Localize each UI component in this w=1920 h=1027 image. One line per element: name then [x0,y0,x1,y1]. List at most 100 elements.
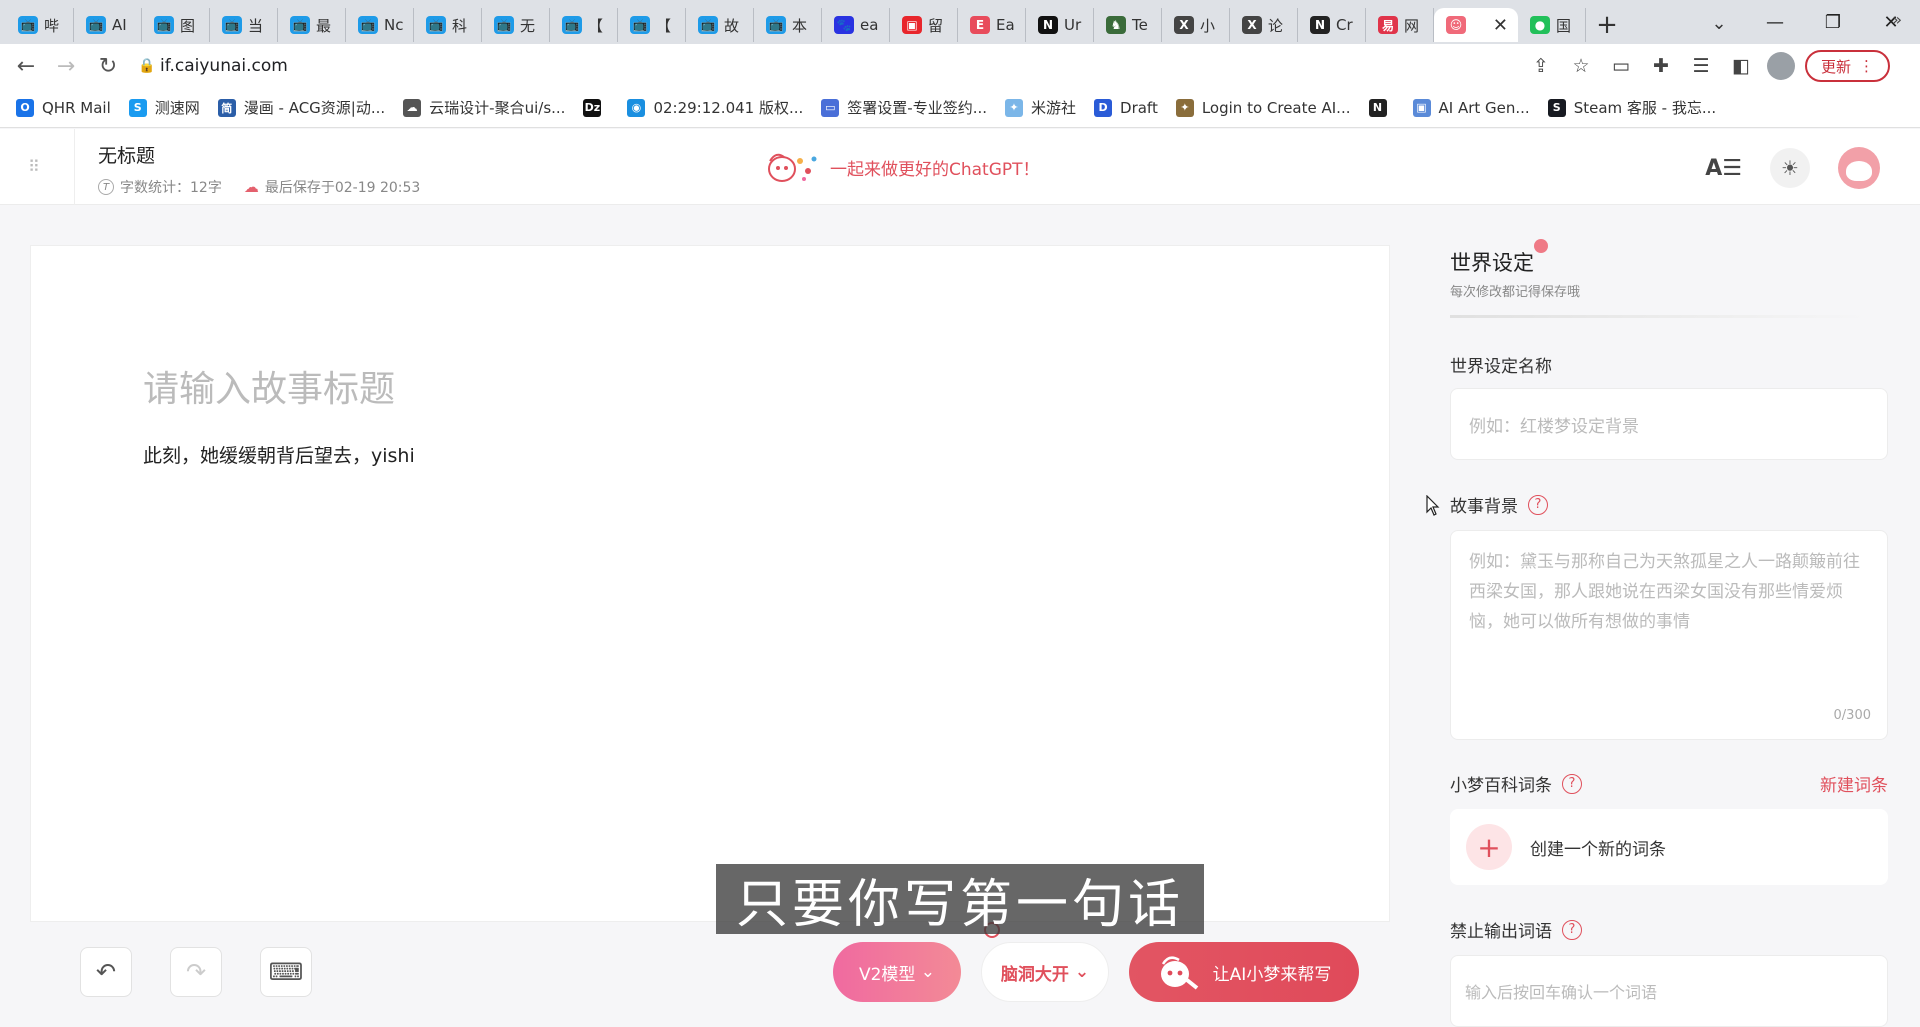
help-question-icon[interactable]: ? [1528,494,1548,515]
tab-close-icon[interactable]: ✕ [1493,15,1508,36]
extensions-puzzle-icon[interactable]: ✚ [1645,50,1677,82]
tab[interactable]: 📺 无 [482,8,550,42]
bookmark-item[interactable]: ▭ 签署设置-专业签约... [821,97,987,118]
bookmark-item[interactable]: S 测速网 [128,97,200,118]
banned-words-input[interactable]: 输入后按回车确认一个词语 [1450,955,1888,1027]
bookmark-item[interactable]: 简漫画 - ACG资源|动... [217,97,385,118]
cast-icon[interactable]: ▭ [1605,50,1637,82]
tab[interactable]: X小 [1162,8,1230,42]
tab[interactable]: 📺 【 [618,8,686,42]
tab[interactable]: 易网 [1366,8,1434,42]
tab[interactable]: 📺 【 [550,8,618,42]
bookmark-item[interactable]: ☁ 云瑞设计-聚合ui/s... [403,97,565,118]
user-avatar[interactable] [1838,147,1880,189]
tab[interactable]: 📺 Nc [346,8,414,42]
promo-banner[interactable]: 一起来做更好的ChatGPT！ [766,149,1040,185]
reading-list-icon[interactable]: ☰ [1685,50,1717,82]
tab[interactable]: 📺 AI [74,8,142,42]
tab[interactable]: 📺 图 [142,8,210,42]
mascot-icon [1160,956,1198,990]
tab[interactable]: 📺 本 [754,8,822,42]
word-count-text: 字数统计：12字 [120,180,222,196]
tab-favicon-icon: 📺 [18,16,38,34]
bookmark-item[interactable]: S Steam 客服 - 我忘... [1547,97,1716,118]
update-button[interactable]: 更新 ⋮ [1804,50,1890,82]
tab-favicon-icon: ● [1530,16,1550,34]
bookmark-item[interactable]: N [1368,98,1395,117]
tab-favicon-icon: X [1242,16,1262,34]
tab[interactable]: 📺 故 [686,8,754,42]
tab[interactable]: 🐾 ea [822,8,890,42]
profile-avatar-icon[interactable] [1765,50,1797,82]
ai-help-button[interactable]: 让AI小梦来帮写 [1129,942,1359,1002]
new-tab-plus-icon[interactable]: + [1586,8,1628,42]
bookmark-item[interactable]: ◉ 02:29:12.041 版权... [627,97,803,118]
tab-search-chevron-icon[interactable]: ⌄ [1702,6,1736,40]
header-actions: A☰ ☀ [1705,147,1880,189]
browser-tab-strip: 📺 哔 📺 AI 📺 图 📺 当 📺 最 📺 Nc 📺 科 📺 无 📺 【📺 【📺 故 📺 本 🐾 ea ▣ 留 E Ea N Ur ♞ Te… [0,0,1920,44]
document-title[interactable]: 无标题 [98,141,155,168]
tab[interactable]: N Ur [1026,8,1094,42]
bookmarks-overflow-icon[interactable]: » [1892,10,1902,29]
mode-select[interactable]: 脑洞大开 ⌄ [981,942,1109,1002]
forward-arrow-icon[interactable]: → [50,50,82,82]
bookmark-item[interactable]: ✦ Login to Create AI... [1175,98,1351,117]
restore-icon[interactable]: ❐ [1804,0,1862,44]
help-question-icon[interactable]: ? [1562,919,1582,940]
tab[interactable]: ● 国 [1518,8,1586,42]
tab[interactable]: 📺 科 [414,8,482,42]
bookmark-item[interactable]: D Draft [1094,98,1158,117]
story-title-input[interactable] [143,361,1243,417]
undo-icon[interactable]: ↶ [80,947,132,997]
bookmark-item[interactable]: ✦ 米游社 [1005,97,1076,118]
help-question-icon[interactable]: ? [1562,773,1582,794]
tab-favicon-icon: N [1310,16,1330,34]
model-select[interactable]: V2模型 ⌄ [833,942,961,1002]
apps-grid-icon[interactable]: ⠿ [28,157,48,177]
minimize-icon[interactable]: — [1746,0,1804,44]
setting-name-input[interactable]: 例如：红楼梦设定背景 [1450,388,1888,460]
tab-active[interactable]: ☺ ✕ [1434,8,1518,42]
last-saved-text: 最后保存于02-19 20:53 [264,180,421,196]
back-arrow-icon[interactable]: ← [10,50,42,82]
panel-title: 世界设定 [1450,251,1534,275]
bookmark-item[interactable]: O QHR Mail [16,98,111,117]
mouse-cursor-icon [1426,495,1440,516]
tab-favicon-icon: 📺 [154,16,174,34]
tab[interactable]: 📺 最 [278,8,346,42]
new-entry-link[interactable]: 新建词条 [1820,771,1888,796]
tab-label: 小 [1200,16,1216,35]
reload-icon[interactable]: ↻ [92,50,124,82]
banned-words-label-text: 禁止输出词语 [1450,922,1552,942]
tab[interactable]: 📺 哔 [6,8,74,42]
bookmark-favicon-icon: N [1368,98,1387,117]
tab[interactable]: E Ea [958,8,1026,42]
bookmark-star-icon[interactable]: ☆ [1565,50,1597,82]
story-editor: 此刻，她缓缓朝背后望去，yishi [30,245,1390,922]
toolbar-actions: ⇪ ☆ ▭ ✚ ☰ ◧ 更新 ⋮ [1525,50,1890,82]
story-background-textarea[interactable]: 例如：黛玉与那称自己为天煞孤星之人一路颠簸前往西梁女国，那人跟她说在西梁女国没有… [1450,530,1888,740]
tab[interactable]: ♞ Te [1094,8,1162,42]
tab-label: 【 [656,16,672,35]
bookmark-favicon-icon: D [1094,98,1113,117]
keyboard-icon[interactable]: ⌨ [260,947,312,997]
story-body-text[interactable]: 此刻，她缓缓朝背后望去，yishi [143,441,415,468]
world-settings-panel: 世界设定 每次修改都记得保存哦 世界设定名称 例如：红楼梦设定背景 故事背景 ?… [1430,205,1920,1027]
redo-icon[interactable]: ↷ [170,947,222,997]
text-format-icon[interactable]: A☰ [1705,156,1742,181]
tab[interactable]: 📺 当 [210,8,278,42]
site-info-icon[interactable]: 🔒 [138,58,160,74]
create-entry-button[interactable]: + 创建一个新的词条 [1450,809,1888,885]
mode-label: 脑洞大开 [1000,964,1069,985]
tab[interactable]: ▣ 留 [890,8,958,42]
share-icon[interactable]: ⇪ [1525,50,1557,82]
address-bar[interactable]: 🔒 if.caiyunai.com [138,50,1538,82]
theme-toggle-sun-icon[interactable]: ☀ [1770,148,1810,188]
tab[interactable]: X论 [1230,8,1298,42]
ai-help-label: 让AI小梦来帮写 [1212,964,1332,985]
bookmark-item[interactable]: Dz [583,98,609,117]
side-panel-icon[interactable]: ◧ [1725,50,1757,82]
tab[interactable]: N Cr [1298,8,1366,42]
close-window-icon[interactable]: ✕ [1862,0,1920,44]
bookmark-item[interactable]: ▣ AI Art Gen... [1412,98,1530,117]
